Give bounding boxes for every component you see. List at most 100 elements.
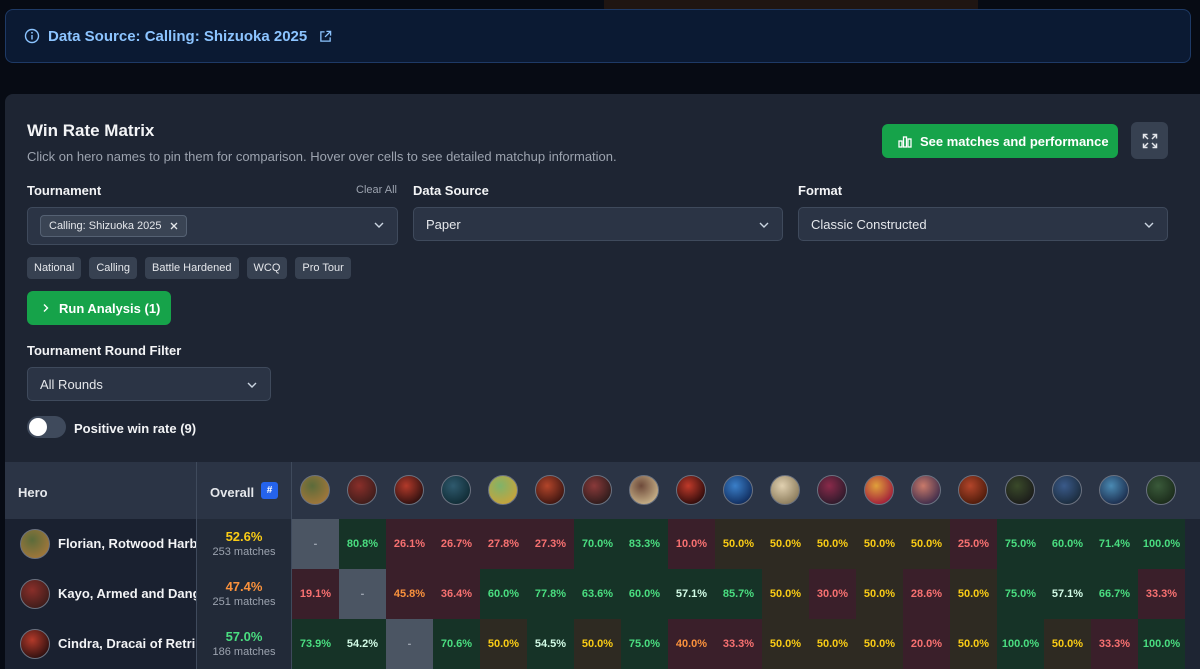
data-source-select[interactable]: Paper: [413, 207, 783, 241]
matchup-cell[interactable]: 60.0%: [621, 569, 668, 619]
hero-name[interactable]: Kayo, Armed and Dangerous: [58, 586, 196, 601]
matchup-cell[interactable]: 50.0%: [762, 619, 809, 669]
matchup-cell[interactable]: 26.1%: [386, 519, 433, 569]
positive-winrate-toggle[interactable]: [27, 416, 66, 438]
matchup-cell[interactable]: 60.0%: [1044, 519, 1091, 569]
matchup-cell[interactable]: 57.1%: [1044, 569, 1091, 619]
hero-avatar[interactable]: [20, 579, 50, 609]
matchup-cell[interactable]: 54.2%: [339, 619, 386, 669]
matchup-cell[interactable]: 50.0%: [574, 619, 621, 669]
tournament-select[interactable]: Calling: Shizuoka 2025: [27, 207, 398, 245]
hero-avatar[interactable]: [911, 475, 941, 505]
hero-name-cell[interactable]: Cindra, Dracai of Retribution: [5, 619, 196, 669]
matchup-cell[interactable]: 80.8%: [339, 519, 386, 569]
matchup-cell[interactable]: 40.0%: [668, 619, 715, 669]
tag-national[interactable]: National: [27, 257, 82, 279]
see-matches-button[interactable]: See matches and performance: [882, 124, 1118, 158]
hero-avatar[interactable]: [300, 475, 330, 505]
hero-avatar[interactable]: [958, 475, 988, 505]
round-select[interactable]: All Rounds: [27, 367, 271, 401]
overall-column-header[interactable]: Overall #: [196, 462, 292, 519]
fullscreen-button[interactable]: [1131, 122, 1168, 159]
external-link-icon[interactable]: [319, 30, 332, 43]
sort-number-icon[interactable]: #: [261, 482, 278, 499]
matchup-cell[interactable]: -: [292, 519, 339, 569]
matchup-cell[interactable]: 50.0%: [1044, 619, 1091, 669]
matchup-cell[interactable]: 54.5%: [527, 619, 574, 669]
matchup-cell[interactable]: 100.0%: [997, 619, 1044, 669]
matchup-cell[interactable]: 83.3%: [621, 519, 668, 569]
hero-name[interactable]: Cindra, Dracai of Retribution: [58, 636, 196, 651]
matchup-cell[interactable]: 28.6%: [903, 569, 950, 619]
matchup-cell[interactable]: 26.7%: [433, 519, 480, 569]
hero-name-cell[interactable]: Kayo, Armed and Dangerous: [5, 569, 196, 619]
hero-avatar[interactable]: [20, 629, 50, 659]
matchup-cell[interactable]: 50.0%: [762, 569, 809, 619]
hero-avatar[interactable]: [535, 475, 565, 505]
hero-name[interactable]: Florian, Rotwood Harbinger: [58, 536, 196, 551]
matchup-cell[interactable]: 50.0%: [950, 619, 997, 669]
format-select[interactable]: Classic Constructed: [798, 207, 1168, 241]
matchup-cell[interactable]: 19.1%: [292, 569, 339, 619]
matchup-cell[interactable]: 75.0%: [997, 519, 1044, 569]
matchup-cell[interactable]: 50.0%: [715, 519, 762, 569]
matchup-cell[interactable]: 60.0%: [480, 569, 527, 619]
hero-avatar[interactable]: [1099, 475, 1129, 505]
matchup-cell[interactable]: 66.7%: [1091, 569, 1138, 619]
hero-avatar[interactable]: [1146, 475, 1176, 505]
hero-avatar[interactable]: [394, 475, 424, 505]
hero-avatar[interactable]: [347, 475, 377, 505]
matchup-cell[interactable]: 33.3%: [1091, 619, 1138, 669]
hero-avatar[interactable]: [20, 529, 50, 559]
tag-battle-hardened[interactable]: Battle Hardened: [145, 257, 239, 279]
matchup-cell[interactable]: 50.0%: [950, 569, 997, 619]
hero-avatar[interactable]: [676, 475, 706, 505]
matchup-cell[interactable]: 30.0%: [809, 569, 856, 619]
tag-pro-tour[interactable]: Pro Tour: [295, 257, 351, 279]
hero-avatar[interactable]: [1005, 475, 1035, 505]
matchup-cell[interactable]: 50.0%: [480, 619, 527, 669]
close-icon[interactable]: [170, 222, 178, 230]
hero-avatar[interactable]: [1052, 475, 1082, 505]
matchup-cell[interactable]: 33.3%: [715, 619, 762, 669]
hero-avatar[interactable]: [488, 475, 518, 505]
matchup-cell[interactable]: 71.4%: [1091, 519, 1138, 569]
clear-all-link[interactable]: Clear All: [356, 184, 397, 196]
matchup-cell[interactable]: 50.0%: [856, 619, 903, 669]
hero-avatar[interactable]: [723, 475, 753, 505]
matchup-cell[interactable]: 20.0%: [903, 619, 950, 669]
matchup-cell[interactable]: 10.0%: [668, 519, 715, 569]
matchup-cell[interactable]: 50.0%: [903, 519, 950, 569]
hero-avatar[interactable]: [864, 475, 894, 505]
matchup-cell[interactable]: 63.6%: [574, 569, 621, 619]
tag-wcq[interactable]: WCQ: [246, 257, 288, 279]
matchup-cell[interactable]: 50.0%: [809, 619, 856, 669]
matchup-cell[interactable]: 75.0%: [997, 569, 1044, 619]
hero-avatar[interactable]: [582, 475, 612, 505]
matchup-cell[interactable]: 73.9%: [292, 619, 339, 669]
hero-avatar[interactable]: [817, 475, 847, 505]
matchup-cell[interactable]: 85.7%: [715, 569, 762, 619]
matchup-cell[interactable]: 77.8%: [527, 569, 574, 619]
matchup-cell[interactable]: 27.8%: [480, 519, 527, 569]
matchup-cell[interactable]: 25.0%: [950, 519, 997, 569]
tag-calling[interactable]: Calling: [89, 257, 137, 279]
hero-avatar[interactable]: [441, 475, 471, 505]
matchup-cell[interactable]: 33.3%: [1138, 569, 1185, 619]
matchup-cell[interactable]: 70.6%: [433, 619, 480, 669]
matchup-cell[interactable]: 50.0%: [856, 569, 903, 619]
matchup-cell[interactable]: 27.3%: [527, 519, 574, 569]
matchup-cell[interactable]: 45.8%: [386, 569, 433, 619]
matchup-cell[interactable]: 75.0%: [621, 619, 668, 669]
matchup-cell[interactable]: 50.0%: [762, 519, 809, 569]
matchup-cell[interactable]: 50.0%: [856, 519, 903, 569]
matchup-cell[interactable]: 50.0%: [809, 519, 856, 569]
matchup-cell[interactable]: 100.0%: [1138, 519, 1185, 569]
hero-name-cell[interactable]: Florian, Rotwood Harbinger: [5, 519, 196, 569]
hero-avatar[interactable]: [629, 475, 659, 505]
matchup-cell[interactable]: -: [386, 619, 433, 669]
matchup-cell[interactable]: 100.0%: [1138, 619, 1185, 669]
matchup-cell[interactable]: 36.4%: [433, 569, 480, 619]
hero-avatar[interactable]: [770, 475, 800, 505]
run-analysis-button[interactable]: Run Analysis (1): [27, 291, 171, 325]
